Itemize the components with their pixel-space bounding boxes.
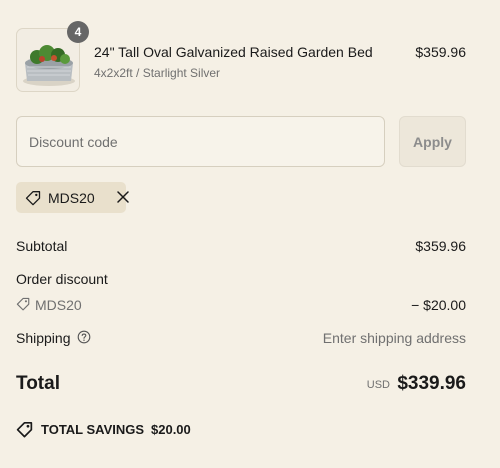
product-thumbnail: 4	[16, 21, 89, 92]
order-discount-value: − $20.00	[411, 297, 466, 313]
order-discount-label: Order discount	[16, 271, 108, 287]
shipping-label: Shipping	[16, 330, 71, 346]
line-item: 4 24" Tall Oval Galvanized Raised Garden…	[16, 21, 466, 92]
total-currency: USD	[366, 379, 390, 391]
product-variant: 4x2x2ft / Starlight Silver	[94, 66, 221, 80]
savings-value: $20.00	[151, 422, 191, 437]
total-value: $339.96	[397, 373, 466, 394]
close-icon[interactable]	[116, 190, 130, 204]
product-price: $359.96	[415, 44, 466, 60]
total-label: Total	[16, 373, 60, 394]
discount-code-input[interactable]	[16, 116, 385, 167]
applied-discount-chip: MDS20	[16, 182, 129, 213]
subtotal-label: Subtotal	[16, 238, 68, 254]
tag-icon	[25, 190, 42, 211]
order-discount-code: MDS20	[35, 297, 82, 313]
tag-icon	[16, 297, 31, 316]
apply-button[interactable]: Apply	[399, 116, 466, 167]
help-circle-icon[interactable]	[77, 330, 91, 344]
product-title: 24" Tall Oval Galvanized Raised Garden B…	[94, 44, 373, 60]
applied-code-label: MDS20	[48, 190, 95, 206]
shipping-value: Enter shipping address	[322, 330, 466, 346]
savings-label: TOTAL SAVINGS	[41, 422, 145, 437]
order-summary: 4 24" Tall Oval Galvanized Raised Garden…	[0, 0, 500, 468]
quantity-badge: 4	[67, 21, 89, 43]
subtotal-value: $359.96	[415, 238, 466, 254]
tag-icon	[16, 421, 34, 443]
